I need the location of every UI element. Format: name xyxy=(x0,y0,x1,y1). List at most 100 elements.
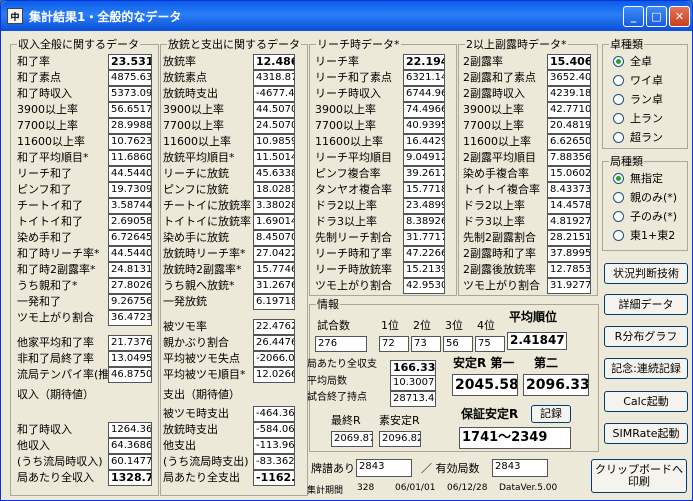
final-r-value: 2069.87 xyxy=(331,431,373,447)
table-radio-dot[interactable] xyxy=(613,112,624,124)
data-version: DataVer.5.00 xyxy=(499,483,558,493)
g1-rows-label: リーチ和了 xyxy=(17,167,72,180)
g2-rows-label: 一発放銃 xyxy=(163,295,207,308)
r-distribution-button[interactable]: R分布グラフ xyxy=(604,326,688,347)
table-option[interactable]: 上ラン xyxy=(613,111,663,125)
g3-rows-label: リーチ時和了率 xyxy=(315,247,392,260)
detail-data-button[interactable]: 詳細データ xyxy=(604,294,688,315)
table-option[interactable]: ワイ卓 xyxy=(613,73,663,87)
g1-rows-value: 9.26756 xyxy=(108,294,152,310)
g1-rows3-value: 64.3686 xyxy=(108,438,152,454)
calc-launch-button[interactable]: Calc起動 xyxy=(604,391,688,412)
guarantee-r-label: 保証安定R xyxy=(461,407,519,421)
rank-count: 56 xyxy=(443,336,473,352)
g2-rows-label: トイトイに放銃率 xyxy=(163,215,251,228)
g4-rows-label: 11600以上率 xyxy=(463,135,531,148)
g4-rows-value: 3652.40 xyxy=(547,70,591,86)
g1-rows-value: 44.5440 xyxy=(108,166,152,182)
close-button[interactable]: ✕ xyxy=(669,6,690,27)
maximize-button[interactable]: □ xyxy=(646,6,667,27)
stable-r-first-value: 2045.58 xyxy=(452,374,518,396)
round-radio-dot[interactable] xyxy=(613,229,624,241)
g1-rows2-label: 他家平均和了率 xyxy=(17,336,94,349)
situation-button[interactable]: 状況判断技術 xyxy=(604,263,688,284)
round-option[interactable]: 無指定 xyxy=(613,171,663,185)
round-option[interactable]: 子のみ(*) xyxy=(613,209,677,223)
g2-rows-label: リーチに放銃 xyxy=(163,167,229,180)
round-radio-dot[interactable] xyxy=(613,210,624,222)
best-r-label: 素安定R xyxy=(379,414,420,427)
meld-group-title: 2以上副露時データ* xyxy=(465,38,568,51)
period-label: 集計期間 xyxy=(307,486,344,496)
g2-rows-label: 7700以上率 xyxy=(163,119,224,132)
round-option-label: 東1+東2 xyxy=(630,229,676,242)
g1-rows-label: トイトイ和了 xyxy=(17,215,83,228)
games-value: 276 xyxy=(315,336,367,352)
g2-rows-label: 放銃時支出 xyxy=(163,87,218,100)
g2-rows-label: 放銃素点 xyxy=(163,71,207,84)
g4-rows-value: 4.81927 xyxy=(547,214,591,230)
loss-group-title: 放銃と支出に関するデータ xyxy=(167,38,301,51)
g1-rows3-value: 1264.36 xyxy=(108,422,152,438)
g1-rows2-value: 46.8750 xyxy=(108,367,152,383)
table-option[interactable]: 全卓 xyxy=(613,54,652,68)
table-option[interactable]: 超ラン xyxy=(613,130,663,144)
g2-rows-label: 3900以上率 xyxy=(163,103,224,116)
g4-rows-label: トイトイ複合率 xyxy=(463,183,540,196)
title-bar[interactable]: 中 集計結果1・全般的なデータ _ □ ✕ xyxy=(1,1,692,31)
g2-rows3-label: 放銃時支出 xyxy=(163,423,218,436)
g3-rows-label: ドラ3以上率 xyxy=(315,215,377,228)
table-type-group: 卓種類 全卓 ワイ卓 ラン卓 上ラン 超ラン xyxy=(602,38,688,149)
guarantee-r-value: 1741～2349 xyxy=(459,427,571,449)
round-option[interactable]: 親のみ(*) xyxy=(613,190,677,204)
g4-rows-label: 2副露率 xyxy=(463,55,503,68)
g2-rows-value: 3.38028 xyxy=(253,198,295,214)
table-option[interactable]: ラン卓 xyxy=(613,92,663,106)
g4-rows-label: 2副露平均順目 xyxy=(463,151,536,164)
clipboard-print-button[interactable]: クリップボードへ 印刷 xyxy=(591,459,687,493)
round-option[interactable]: 東1+東2 xyxy=(613,228,675,242)
g1-rows2-value: 13.0495 xyxy=(108,351,152,367)
g2-rows-label: 放銃平均順目* xyxy=(163,151,235,164)
simrate-launch-button[interactable]: SIMRate起動 xyxy=(604,423,688,444)
avg-points-label: 試合終了持点 xyxy=(307,392,367,403)
g3-rows-value: 8.38926 xyxy=(403,214,445,230)
g2-rows-value: 12.486 xyxy=(253,54,295,70)
valid-rounds-label: ／ 有効局数 xyxy=(421,462,480,475)
income-group-title: 収入全般に関するデータ xyxy=(17,38,140,51)
period-count: 328 xyxy=(357,483,375,493)
with-record-value: 2843 xyxy=(356,459,412,477)
g3-rows-value: 42.9530 xyxy=(403,278,445,294)
info-title: 情報 xyxy=(316,298,340,311)
g2-rows-label: チートイに放銃率 xyxy=(163,199,251,212)
g2-rows-value: 8.45070 xyxy=(253,230,295,246)
record-button[interactable]: 記録 xyxy=(531,405,571,423)
g2-rows2-label: 親かぶり割合 xyxy=(163,336,229,349)
g3-rows-label: ピンフ複合率 xyxy=(315,167,381,180)
games-label: 試合数 xyxy=(317,319,350,332)
table-radio-dot[interactable] xyxy=(613,93,624,105)
table-radio-dot[interactable] xyxy=(613,74,624,86)
g1-rows-value: 4875.63 xyxy=(108,70,152,86)
round-option-label: 子のみ(*) xyxy=(630,210,678,223)
g1-rows-label: 和了平均順目* xyxy=(17,151,89,164)
g4-rows-label: 2副露和了素点 xyxy=(463,71,536,84)
table-radio-dot[interactable] xyxy=(613,55,624,67)
rank-label: 4位 xyxy=(477,319,495,332)
streak-record-button[interactable]: 記念:連続記録 xyxy=(604,358,688,379)
round-radio-dot[interactable] xyxy=(613,172,624,184)
income-expected-title: 収入（期待値） xyxy=(17,388,94,401)
g1-rows-label: 一発和了 xyxy=(17,295,61,308)
stable-r-first-label: 安定R 第一 xyxy=(453,356,515,370)
g2-rows-value: 31.2676 xyxy=(253,278,295,294)
rank-label: 3位 xyxy=(445,319,463,332)
table-radio-dot[interactable] xyxy=(613,131,624,143)
g4-rows-label: 先制2副露割合 xyxy=(463,231,536,244)
g1-rows-label: ツモ上がり割合 xyxy=(17,311,94,324)
g2-rows-value: 44.5070 xyxy=(253,102,295,118)
g2-rows-label: 放銃時リーチ率* xyxy=(163,247,246,260)
g1-rows-value: 36.4723 xyxy=(108,310,152,326)
g2-rows-label: 11600以上率 xyxy=(163,135,231,148)
minimize-button[interactable]: _ xyxy=(623,6,644,27)
round-radio-dot[interactable] xyxy=(613,191,624,203)
